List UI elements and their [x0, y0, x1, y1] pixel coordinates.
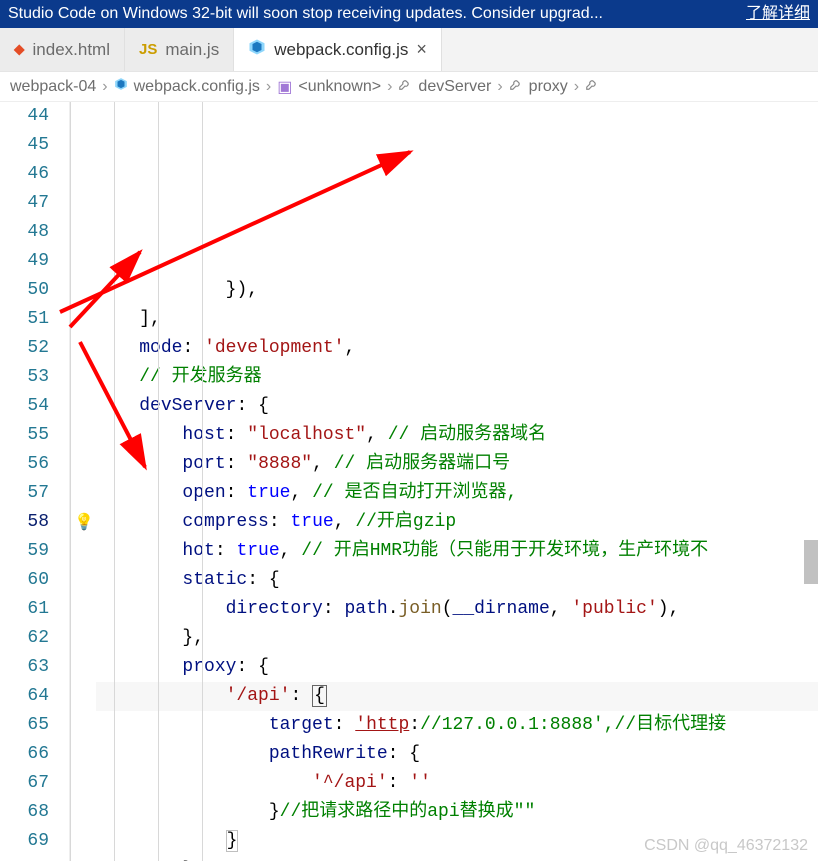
js-icon: JS [139, 41, 157, 58]
code-line[interactable]: compress: true, //开启gzip [96, 508, 818, 537]
gutter: 444546474849505152535455565758💡596061626… [0, 102, 70, 861]
html-icon: ⬥ [14, 41, 25, 58]
line-number: 58 [0, 508, 49, 537]
code-line[interactable]: }), [96, 276, 818, 305]
line-number: 66 [0, 740, 49, 769]
line-number: 49 [0, 247, 49, 276]
line-number: 59 [0, 537, 49, 566]
notification-link[interactable]: 了解详细 [746, 0, 810, 28]
breadcrumb-item[interactable]: webpack.config.js [134, 78, 260, 96]
watermark: CSDN @qq_46372132 [644, 837, 808, 855]
webpack-icon [114, 77, 128, 96]
line-number: 44 [0, 102, 49, 131]
code-line[interactable]: }//把请求路径中的api替换成"" [96, 798, 818, 827]
tab-label: index.html [33, 40, 110, 60]
chevron-icon: › [387, 78, 392, 96]
code-line[interactable]: target: 'http://127.0.0.1:8888',//目标代理接 [96, 711, 818, 740]
breadcrumb-item[interactable]: devServer [418, 78, 491, 96]
code-line[interactable]: proxy: { [96, 653, 818, 682]
code-editor[interactable]: 444546474849505152535455565758💡596061626… [0, 102, 818, 861]
tab-webpack-config[interactable]: webpack.config.js × [234, 28, 442, 71]
line-number: 65 [0, 711, 49, 740]
line-number: 56 [0, 450, 49, 479]
notification-text: Studio Code on Windows 32-bit will soon … [8, 0, 603, 28]
code-area[interactable]: }), ], mode: 'development', // 开发服务器 dev… [70, 102, 818, 861]
line-number: 61 [0, 595, 49, 624]
line-number: 46 [0, 160, 49, 189]
line-number: 55 [0, 421, 49, 450]
code-line[interactable]: '^/api': '' [96, 769, 818, 798]
line-number: 53 [0, 363, 49, 392]
code-line[interactable]: static: { [96, 566, 818, 595]
chevron-icon: › [497, 78, 502, 96]
line-number: 50 [0, 276, 49, 305]
code-line[interactable]: port: "8888", // 启动服务器端口号 [96, 450, 818, 479]
line-number: 57 [0, 479, 49, 508]
line-number: 64 [0, 682, 49, 711]
line-number: 67 [0, 769, 49, 798]
chevron-icon: › [266, 78, 271, 96]
code-line[interactable]: mode: 'development', [96, 334, 818, 363]
webpack-icon [248, 38, 266, 61]
tabs-bar: ⬥ index.html JS main.js webpack.config.j… [0, 28, 818, 72]
tab-index-html[interactable]: ⬥ index.html [0, 28, 125, 71]
line-number: 54 [0, 392, 49, 421]
tab-label: webpack.config.js [274, 40, 408, 60]
code-line[interactable]: } [96, 856, 818, 861]
code-line[interactable]: open: true, // 是否自动打开浏览器, [96, 479, 818, 508]
line-number: 51 [0, 305, 49, 334]
line-number: 45 [0, 131, 49, 160]
line-number: 48 [0, 218, 49, 247]
scrollbar-thumb[interactable] [804, 540, 818, 584]
notification-bar: Studio Code on Windows 32-bit will soon … [0, 0, 818, 28]
code-line[interactable]: ], [96, 305, 818, 334]
tab-main-js[interactable]: JS main.js [125, 28, 234, 71]
module-icon: ▣ [277, 77, 292, 97]
chevron-icon: › [102, 78, 107, 96]
code-line[interactable]: pathRewrite: { [96, 740, 818, 769]
wrench-icon [398, 77, 412, 96]
breadcrumb-item[interactable]: webpack-04 [10, 78, 96, 96]
wrench-icon [509, 77, 523, 96]
code-line[interactable]: hot: true, // 开启HMR功能（只能用于开发环境，生产环境不 [96, 537, 818, 566]
wrench-icon [585, 77, 599, 96]
line-number: 47 [0, 189, 49, 218]
line-number: 62 [0, 624, 49, 653]
line-number: 68 [0, 798, 49, 827]
code-line[interactable]: host: "localhost", // 启动服务器域名 [96, 421, 818, 450]
tab-label: main.js [165, 40, 219, 60]
code-line[interactable]: '/api': { [96, 682, 818, 711]
code-line[interactable]: // 开发服务器 [96, 363, 818, 392]
breadcrumb[interactable]: webpack-04 › webpack.config.js › ▣ <unkn… [0, 72, 818, 102]
breadcrumb-item[interactable]: proxy [529, 78, 568, 96]
line-number: 63 [0, 653, 49, 682]
chevron-icon: › [574, 78, 579, 96]
code-line[interactable]: devServer: { [96, 392, 818, 421]
line-number: 60 [0, 566, 49, 595]
code-line[interactable]: }, [96, 624, 818, 653]
line-number: 69 [0, 827, 49, 856]
close-icon[interactable]: × [416, 39, 427, 60]
code-line[interactable]: directory: path.join(__dirname, 'public'… [96, 595, 818, 624]
breadcrumb-item[interactable]: <unknown> [298, 78, 381, 96]
line-number: 52 [0, 334, 49, 363]
